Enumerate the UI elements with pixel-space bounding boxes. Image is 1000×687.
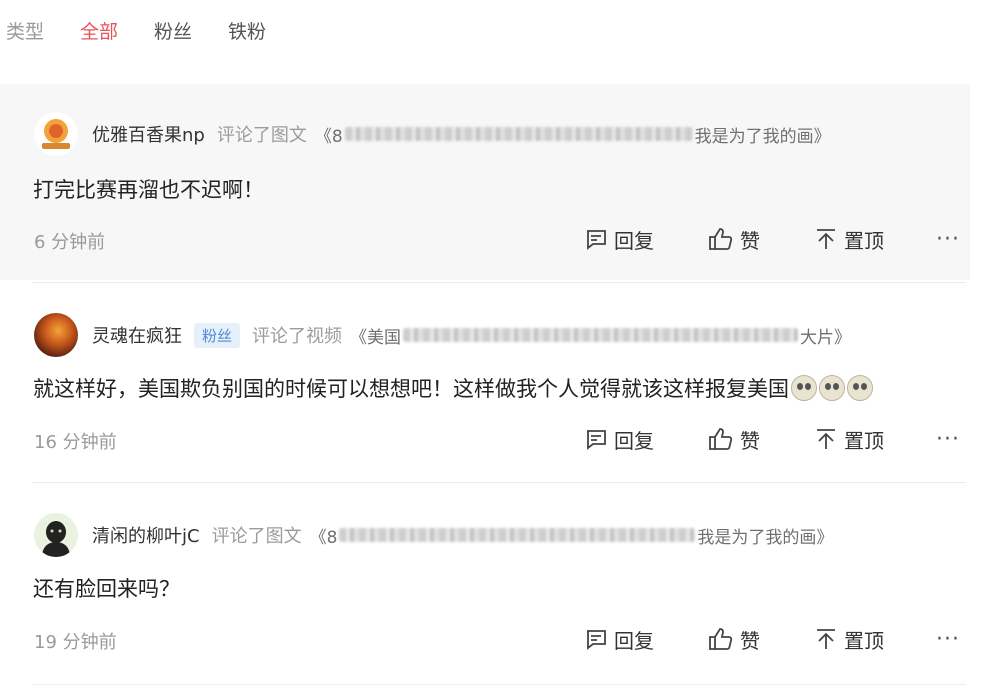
comment-item: 灵魂在疯狂 粉丝 评论了视频 《美国 大片》 就这样好，美国欺负别国的时候可以想… — [0, 284, 970, 481]
comment-header: 灵魂在疯狂 粉丝 评论了视频 《美国 大片》 — [34, 313, 851, 357]
comment-time: 16 分钟前 — [34, 432, 117, 453]
shocked-emoji-icon — [819, 375, 845, 401]
thumbs-up-icon — [709, 628, 733, 650]
comment-item: 清闲的柳叶jC 评论了图文 《8 我是为了我的画》 还有脸回来吗？ 19 分钟前… — [0, 484, 970, 682]
source-title-end: 我是为了我的画》 — [697, 527, 834, 548]
comment-footer: 16 分钟前 回复 赞 置顶 ··· — [34, 424, 970, 454]
like-label: 赞 — [740, 228, 760, 253]
comment-source-link[interactable]: 《美国 大片》 — [350, 323, 851, 348]
filter-bar: 类型 全部 粉丝 铁粉 — [6, 14, 302, 46]
comment-footer: 19 分钟前 回复 赞 置顶 ··· — [34, 624, 970, 654]
reply-label: 回复 — [614, 228, 654, 253]
reply-button[interactable]: 回复 — [584, 424, 654, 454]
more-options-button[interactable]: ··· — [936, 224, 960, 254]
pin-top-label: 置顶 — [844, 428, 884, 453]
divider — [32, 482, 966, 483]
shocked-emoji-icon — [791, 375, 817, 401]
avatar[interactable] — [34, 112, 78, 156]
pin-top-label: 置顶 — [844, 228, 884, 253]
reply-button[interactable]: 回复 — [584, 224, 654, 254]
blurred-title-text — [344, 127, 693, 141]
source-title-start: 《8 — [309, 527, 338, 548]
like-label: 赞 — [740, 428, 760, 453]
pin-top-icon — [817, 229, 835, 249]
reply-icon — [587, 630, 606, 650]
reply-icon — [587, 430, 606, 450]
comment-text: 就这样好，美国欺负别国的时候可以想想吧！这样做我个人觉得就该这样报复美国 — [33, 373, 873, 403]
avatar[interactable] — [34, 513, 78, 557]
comment-header: 清闲的柳叶jC 评论了图文 《8 我是为了我的画》 — [34, 513, 833, 557]
comment-text: 还有脸回来吗？ — [33, 573, 180, 603]
source-title-end: 我是为了我的画》 — [694, 126, 831, 147]
reply-icon — [587, 230, 606, 250]
comment-action-text: 评论了视频 — [252, 326, 343, 347]
comment-footer: 6 分钟前 回复 赞 置顶 ··· — [34, 224, 970, 254]
comment-source-link[interactable]: 《8 我是为了我的画》 — [315, 122, 831, 147]
more-options-button[interactable]: ··· — [936, 624, 960, 654]
comment-text: 打完比赛再溜也不迟啊！ — [33, 174, 264, 204]
avatar[interactable] — [34, 313, 78, 357]
comment-username[interactable]: 清闲的柳叶jC — [92, 522, 200, 548]
reply-button[interactable]: 回复 — [584, 624, 654, 654]
like-button[interactable]: 赞 — [708, 624, 760, 654]
comment-action-text: 评论了图文 — [211, 526, 302, 547]
pin-top-label: 置顶 — [844, 628, 884, 653]
filter-all-tab[interactable]: 全部 — [80, 17, 118, 44]
divider — [32, 684, 966, 685]
like-button[interactable]: 赞 — [708, 424, 760, 454]
reply-label: 回复 — [614, 628, 654, 653]
source-title-start: 《8 — [314, 126, 343, 147]
reply-label: 回复 — [614, 428, 654, 453]
pin-top-button[interactable]: 置顶 — [814, 424, 884, 454]
more-options-button[interactable]: ··· — [936, 424, 960, 454]
pin-top-button[interactable]: 置顶 — [814, 624, 884, 654]
shocked-emoji-icon — [847, 375, 873, 401]
pin-top-icon — [817, 429, 835, 449]
like-label: 赞 — [740, 628, 760, 653]
pin-top-button[interactable]: 置顶 — [814, 224, 884, 254]
comment-header: 优雅百香果np 评论了图文 《8 我是为了我的画》 — [34, 112, 831, 156]
filter-fans-tab[interactable]: 粉丝 — [154, 17, 192, 44]
comment-source-link[interactable]: 《8 我是为了我的画》 — [310, 523, 834, 548]
source-title-end: 大片》 — [800, 327, 852, 348]
filter-iron-fans-tab[interactable]: 铁粉 — [228, 17, 266, 44]
comment-username[interactable]: 灵魂在疯狂 — [92, 322, 182, 348]
blurred-title-text — [403, 328, 799, 342]
comment-item: 优雅百香果np 评论了图文 《8 我是为了我的画》 打完比赛再溜也不迟啊！ 6 … — [0, 84, 970, 280]
comment-time: 19 分钟前 — [34, 632, 117, 653]
comment-action-text: 评论了图文 — [216, 125, 307, 146]
comment-time: 6 分钟前 — [34, 232, 106, 253]
comment-body: 还有脸回来吗？ — [33, 577, 180, 601]
divider — [32, 282, 966, 283]
comment-body: 打完比赛再溜也不迟啊！ — [33, 178, 264, 202]
source-title-start: 《美国 — [350, 327, 402, 348]
comment-username[interactable]: 优雅百香果np — [92, 121, 205, 147]
thumbs-up-icon — [709, 228, 733, 250]
thumbs-up-icon — [709, 428, 733, 450]
comment-body: 就这样好，美国欺负别国的时候可以想想吧！这样做我个人觉得就该这样报复美国 — [33, 377, 789, 401]
pin-top-icon — [817, 629, 835, 649]
blurred-title-text — [339, 528, 696, 542]
filter-type-label: 类型 — [6, 20, 45, 43]
like-button[interactable]: 赞 — [708, 224, 760, 254]
fan-badge: 粉丝 — [194, 322, 241, 348]
